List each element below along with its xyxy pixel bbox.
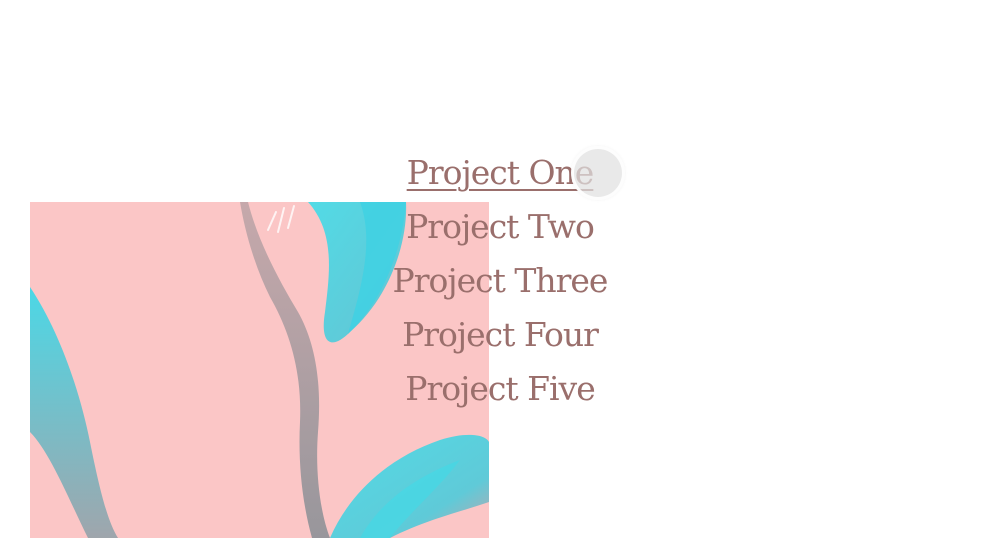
project-three-link[interactable]: Project Three [393,261,609,300]
project-four-link[interactable]: Project Four [402,315,599,354]
menu-item: Project One [0,146,1000,200]
project-two-link[interactable]: Project Two [406,207,595,246]
project-five-link[interactable]: Project Five [405,369,595,408]
menu-item: Project Two [0,200,1000,254]
menu-item: Project Four [0,308,1000,362]
menu-item: Project Five [0,362,1000,416]
project-menu: Project One Project Two Project Three Pr… [0,146,1000,416]
project-one-link[interactable]: Project One [407,153,595,192]
project-list-page: Project One Project Two Project Three Pr… [0,0,1000,538]
menu-item: Project Three [0,254,1000,308]
